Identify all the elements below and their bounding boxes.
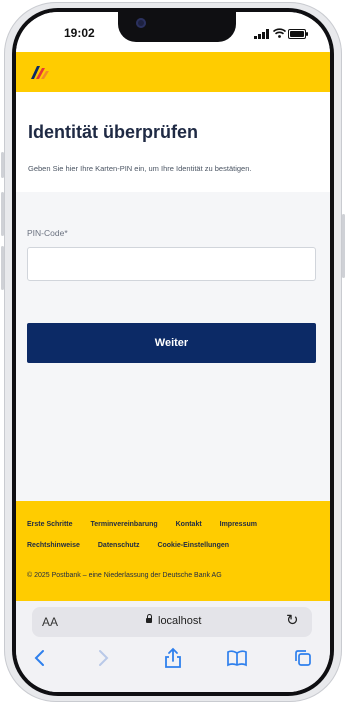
page-subtitle: Geben Sie hier Ihre Karten-PIN ein, um I… (28, 164, 252, 173)
reader-aa-button[interactable]: AA (42, 615, 58, 629)
footer-link-erste-schritte[interactable]: Erste Schritte (27, 521, 73, 528)
browser-toolbar: AA localhost ↻ (16, 601, 330, 692)
back-icon[interactable] (33, 649, 47, 667)
tabs-icon[interactable] (294, 649, 312, 667)
footer-link-rechtshinweise[interactable]: Rechtshinweise (27, 542, 80, 549)
wifi-icon (273, 28, 286, 38)
postbank-logo-icon[interactable] (30, 64, 50, 80)
battery-icon (288, 29, 308, 39)
footer-links-row-1: Erste Schritte Terminvereinbarung Kontak… (27, 521, 273, 528)
share-icon[interactable] (164, 647, 182, 669)
forward-icon[interactable] (96, 649, 110, 667)
footer-link-kontakt[interactable]: Kontakt (176, 521, 202, 528)
status-time: 19:02 (64, 26, 95, 40)
address-bar[interactable]: AA localhost ↻ (32, 607, 312, 637)
footer-link-impressum[interactable]: Impressum (220, 521, 257, 528)
footer-link-terminvereinbarung[interactable]: Terminvereinbarung (90, 521, 157, 528)
reload-icon[interactable]: ↻ (286, 611, 299, 629)
footer-link-datenschutz[interactable]: Datenschutz (98, 542, 140, 549)
camera (136, 18, 146, 28)
footer-links-row-2: Rechtshinweise Datenschutz Cookie-Einste… (27, 542, 245, 549)
url-text: localhost (158, 615, 202, 627)
volume-up-button (1, 192, 4, 236)
power-button (342, 214, 345, 278)
site-header (16, 52, 330, 92)
pin-form: PIN-Code* Weiter (16, 192, 330, 501)
site-footer: Erste Schritte Terminvereinbarung Kontak… (16, 501, 330, 601)
signal-icon (254, 29, 269, 39)
phone-frame: 19:02 Identität überprüfen Geben Sie hie… (1, 2, 345, 702)
footer-link-cookie-einstellungen[interactable]: Cookie-Einstellungen (157, 542, 229, 549)
pin-label: PIN-Code* (27, 228, 68, 238)
volume-down-button (1, 246, 4, 290)
page-title: Identität überprüfen (28, 122, 198, 142)
weiter-button[interactable]: Weiter (27, 323, 316, 363)
pin-input[interactable] (27, 247, 316, 281)
bookmarks-icon[interactable] (226, 649, 248, 667)
screen: 19:02 Identität überprüfen Geben Sie hie… (16, 12, 330, 692)
notch (118, 12, 236, 42)
lock-icon (146, 614, 152, 623)
mute-switch (1, 152, 4, 178)
copyright-text: © 2025 Postbank – eine Niederlassung der… (27, 572, 222, 579)
